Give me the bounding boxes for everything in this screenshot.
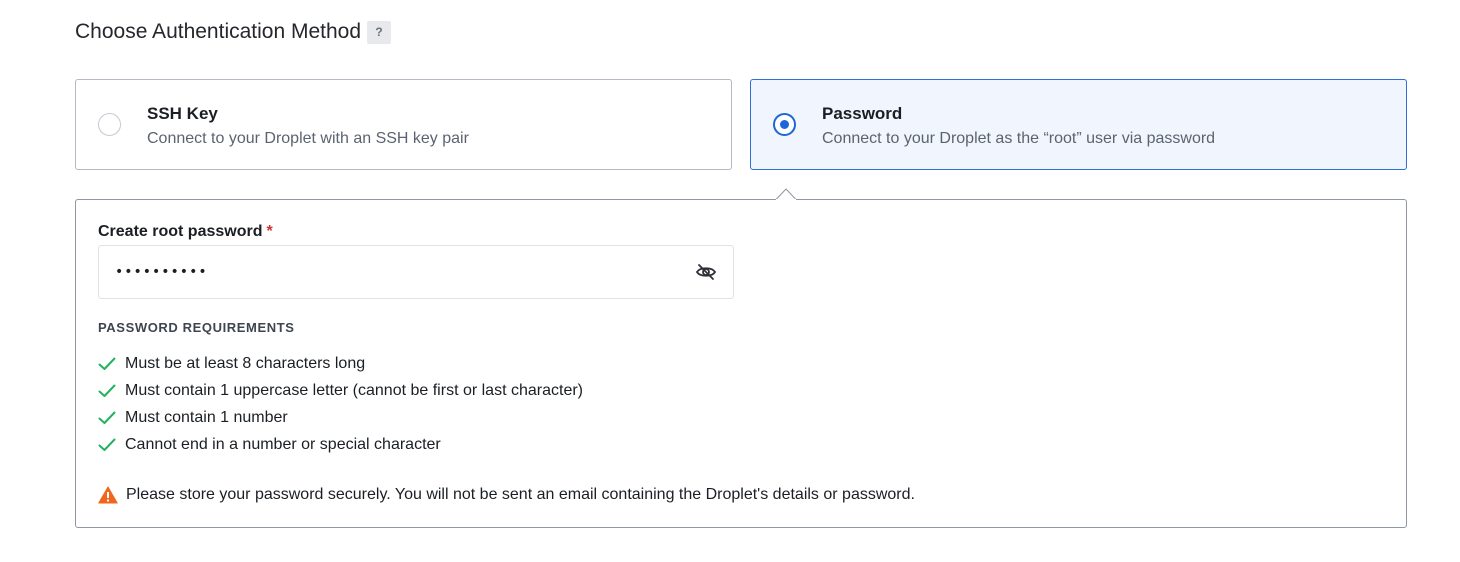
requirement-text: Cannot end in a number or special charac… [125, 435, 441, 453]
check-icon [98, 438, 116, 452]
ssh-key-description: Connect to your Droplet with an SSH key … [147, 130, 469, 147]
auth-option-ssh-key[interactable]: SSH Key Connect to your Droplet with an … [75, 79, 732, 170]
section-title: Choose Authentication Method ? [75, 20, 392, 44]
requirement-item: Must contain 1 number [98, 404, 583, 431]
password-panel: Create root password* PASSWORD REQUIREME… [75, 199, 1407, 528]
ssh-key-title: SSH Key [147, 104, 218, 123]
requirement-item: Cannot end in a number or special charac… [98, 431, 583, 458]
root-password-input[interactable] [99, 246, 679, 298]
password-field-label-text: Create root password [98, 223, 263, 240]
ssh-key-radio[interactable] [98, 113, 121, 136]
warning-text: Please store your password securely. You… [126, 486, 915, 503]
requirement-item: Must be at least 8 characters long [98, 350, 583, 377]
check-icon [98, 384, 116, 398]
password-description: Connect to your Droplet as the “root” us… [822, 130, 1216, 147]
check-icon [98, 411, 116, 425]
eye-slash-icon[interactable] [695, 262, 717, 282]
requirement-text: Must contain 1 number [125, 408, 288, 426]
password-radio[interactable] [773, 113, 796, 136]
requirements-list: Must be at least 8 characters long Must … [98, 350, 583, 458]
help-icon[interactable]: ? [367, 20, 392, 44]
password-field-label: Create root password * [98, 223, 273, 241]
password-field [98, 245, 734, 299]
warning-triangle-icon [98, 486, 118, 504]
requirement-text: Must be at least 8 characters long [125, 354, 366, 372]
requirement-item: Must contain 1 uppercase letter (cannot … [98, 377, 583, 404]
auth-option-password[interactable]: Password Connect to your Droplet as the … [750, 79, 1407, 170]
requirements-heading: PASSWORD REQUIREMENTS [98, 320, 295, 335]
password-warning: Please store your password securely. You… [98, 486, 915, 504]
selected-option-pointer [776, 188, 796, 200]
section-title-text: Choose Authentication Method [75, 20, 362, 43]
requirement-text: Must contain 1 uppercase letter (cannot … [125, 381, 583, 399]
required-marker: * [266, 223, 273, 240]
check-icon [98, 357, 116, 371]
password-title: Password [822, 104, 903, 123]
